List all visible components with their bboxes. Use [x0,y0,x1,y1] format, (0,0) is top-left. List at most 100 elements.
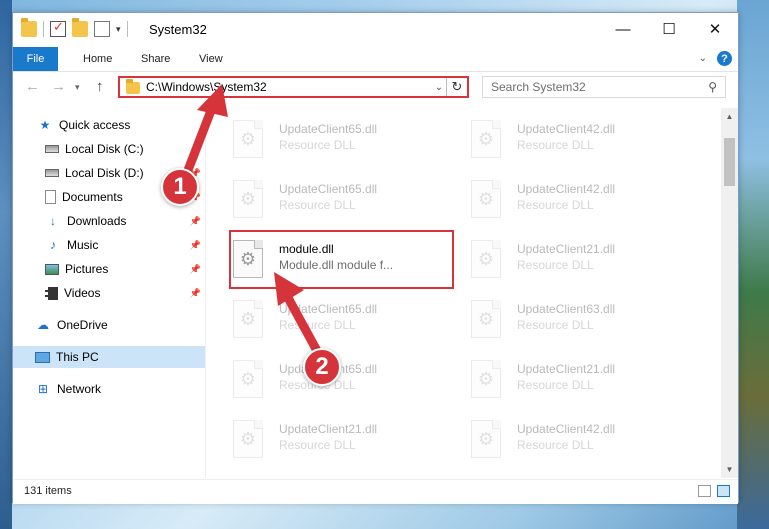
close-button[interactable]: ✕ [692,13,738,45]
documents-icon [45,190,56,204]
sidebar-item-label: OneDrive [57,318,108,332]
scroll-up-icon[interactable]: ▲ [721,108,738,125]
sidebar-item-label: Local Disk (C:) [65,142,144,156]
dll-file-icon: ⚙ [233,180,263,218]
status-bar: 131 items [13,479,738,504]
details-view-icon[interactable] [698,485,711,497]
address-bar[interactable]: C:\Windows\System32 ⌄ ↻ [118,76,469,98]
sidebar-item-downloads[interactable]: ↓ Downloads 📌 [13,210,205,232]
file-name: UpdateClient65.dll [279,122,378,136]
file-name: UpdateClient42.dll [517,182,616,196]
file-item[interactable]: ⚙ UpdateClient65.dll Resource DLL [209,294,429,348]
file-description: Resource DLL [279,438,356,452]
pin-icon[interactable]: 📌 [190,216,201,227]
view-switcher [698,485,730,497]
back-arrow-icon[interactable]: ← [25,78,40,95]
disk-icon [45,145,59,153]
pictures-icon [45,263,59,275]
tiles-view-icon[interactable] [717,485,730,497]
scrollbar-thumb[interactable] [724,138,735,186]
help-icon[interactable]: ? [717,51,732,66]
vertical-scrollbar[interactable]: ▲ ▼ [721,108,738,478]
address-dropdown-icon[interactable]: ⌄ [432,82,446,93]
new-folder-icon[interactable] [72,18,88,37]
forward-arrow-icon[interactable]: → [51,78,66,95]
file-item[interactable]: ⚙ UpdateClient42.dll Resource DLL [447,114,667,168]
file-item[interactable]: ⚙ UpdateClient42.dll Resource DLL [447,174,667,228]
sidebar-item-onedrive[interactable]: ☁ OneDrive [13,314,205,336]
file-item[interactable]: ⚙ UpdateClient21.dll Resource DLL [447,354,667,408]
disk-icon [45,169,59,177]
sidebar-item-quick-access[interactable]: ★ Quick access [13,114,205,136]
dll-file-icon: ⚙ [471,420,501,458]
search-box[interactable]: Search System32 ⚲ [482,76,726,98]
expand-ribbon-icon[interactable]: ⌄ [699,53,707,64]
dll-file-icon: ⚙ [233,240,263,278]
file-item[interactable]: ⚙ UpdateClient65.dll Resource DLL [209,174,429,228]
pane-divider[interactable] [205,108,206,478]
step-1-badge: 1 [161,168,199,206]
desktop-background-left [0,0,12,529]
minimize-button[interactable]: — [600,13,646,45]
properties-check-icon[interactable] [50,19,66,37]
sidebar-item-pictures[interactable]: Pictures 📌 [13,258,205,280]
file-name: UpdateClient21.dll [517,242,616,256]
dll-file-icon: ⚙ [471,360,501,398]
file-description: Resource DLL [279,138,356,152]
customize-toolbar-icon[interactable]: ▾ [116,24,121,35]
navigation-bar: ← → ▾ ↑ C:\Windows\System32 ⌄ ↻ Search S… [13,72,738,102]
pin-icon[interactable]: 📌 [190,240,201,251]
title-bar: ▾ System32 — ☐ ✕ [13,13,738,47]
search-input[interactable]: Search System32 [491,80,708,94]
dll-file-icon: ⚙ [471,240,501,278]
sidebar-item-videos[interactable]: Videos 📌 [13,282,205,304]
file-name: UpdateClient21.dll [517,362,616,376]
file-item-module-dll[interactable]: ⚙ module.dll Module.dll module f... [223,234,443,288]
file-name: UpdateClient63.dll [517,302,616,316]
file-item[interactable]: ⚙ UpdateClient21.dll Resource DLL [209,414,429,468]
search-icon[interactable]: ⚲ [708,80,717,94]
videos-icon [45,286,58,300]
file-description: Resource DLL [517,378,594,392]
file-item[interactable]: ⚙ UpdateClient65.dll Resource DLL [209,114,429,168]
cloud-icon: ☁ [37,318,49,332]
desktop-background-right [737,0,769,529]
file-description: Resource DLL [517,138,594,152]
tab-view[interactable]: View [187,47,235,71]
properties-icon[interactable] [94,21,110,37]
file-name: UpdateClient21.dll [279,422,378,436]
pin-icon[interactable]: 📌 [190,264,201,275]
sidebar-item-local-disk-c[interactable]: Local Disk (C:) [13,138,205,160]
computer-icon [35,351,50,363]
sidebar-item-music[interactable]: ♪ Music 📌 [13,234,205,256]
ribbon-tabs: File Home Share View ⌄ ? [13,47,738,72]
dll-file-icon: ⚙ [233,300,263,338]
refresh-icon[interactable]: ↻ [446,78,467,96]
sidebar-item-network[interactable]: ⊞ Network [13,378,205,400]
sidebar-item-label: Network [57,382,102,396]
scroll-down-icon[interactable]: ▼ [721,461,738,478]
tab-home[interactable]: Home [71,47,124,71]
file-description: Module.dll module f... [279,258,394,272]
pin-icon[interactable]: 📌 [190,288,201,299]
sidebar-item-this-pc[interactable]: This PC [13,346,205,368]
file-name: UpdateClient42.dll [517,422,616,436]
tab-share[interactable]: Share [129,47,182,71]
address-path[interactable]: C:\Windows\System32 [146,80,432,94]
file-item[interactable]: ⚙ UpdateClient63.dll Resource DLL [447,294,667,348]
file-description: Resource DLL [517,438,594,452]
folder-icon [21,18,37,37]
file-item[interactable]: ⚙ UpdateClient42.dll Resource DLL [447,414,667,468]
sidebar-item-label: Documents [62,190,123,204]
sidebar-item-label: Quick access [59,118,131,132]
navigation-pane: ★ Quick access Local Disk (C:) Local Dis… [13,108,205,478]
up-arrow-icon[interactable]: ↑ [96,78,104,95]
tab-file[interactable]: File [13,47,58,71]
file-description: Resource DLL [517,198,594,212]
maximize-button[interactable]: ☐ [646,13,692,45]
recent-locations-icon[interactable]: ▾ [75,82,80,93]
sidebar-item-label: Music [67,238,99,252]
file-item[interactable]: ⚙ UpdateClient21.dll Resource DLL [447,234,667,288]
ribbon-right-controls: ⌄ ? [699,51,732,66]
file-name: UpdateClient42.dll [517,122,616,136]
